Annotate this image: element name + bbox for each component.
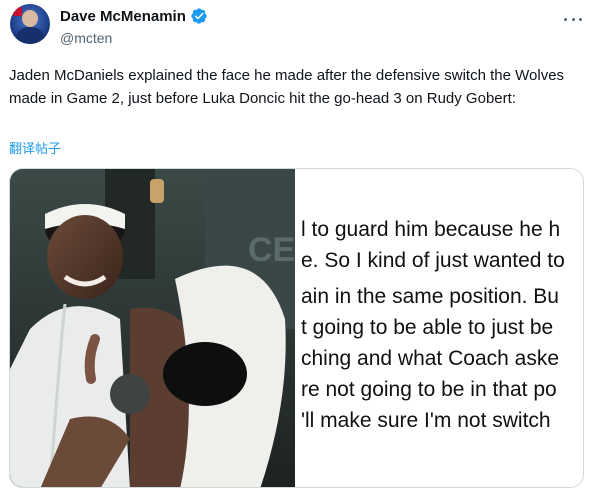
verified-badge-icon bbox=[191, 8, 207, 24]
team-logo bbox=[13, 7, 22, 16]
player-photo-illustration: CE bbox=[10, 169, 295, 487]
translate-post-link[interactable]: 翻译帖子 bbox=[9, 138, 61, 157]
quote-line: t going to be able to just be bbox=[301, 316, 554, 339]
quote-line: 'll make sure I'm not switch bbox=[301, 409, 551, 432]
author-name-row: Dave McMenamin bbox=[60, 7, 208, 25]
more-options-icon[interactable] bbox=[564, 10, 582, 28]
quote-line: l to guard him because he h bbox=[301, 218, 561, 241]
avatar[interactable] bbox=[10, 4, 50, 44]
tweet-card[interactable]: Dave McMenamin @mcten Jaden McDaniels ex… bbox=[0, 0, 600, 489]
tweet-text: Jaden McDaniels explained the face he ma… bbox=[9, 67, 569, 107]
quote-line: ching and what Coach aske bbox=[301, 347, 559, 370]
author-handle[interactable]: @mcten bbox=[60, 30, 112, 46]
player-photo: CE bbox=[10, 169, 295, 487]
quote-text-panel: l to guard him because he h e. So I kind… bbox=[295, 169, 583, 487]
quote-line: e. So I kind of just wanted to bbox=[301, 249, 565, 272]
quote-line: ain in the same position. Bu bbox=[301, 285, 559, 308]
svg-text:CE: CE bbox=[248, 231, 295, 269]
avatar-head bbox=[22, 10, 38, 27]
media-image[interactable]: CE l to guard him because he h e. So I k… bbox=[9, 168, 584, 488]
avatar-body bbox=[16, 27, 44, 44]
author-display-name[interactable]: Dave McMenamin bbox=[60, 8, 186, 25]
quote-line: re not going to be in that po bbox=[301, 378, 557, 401]
